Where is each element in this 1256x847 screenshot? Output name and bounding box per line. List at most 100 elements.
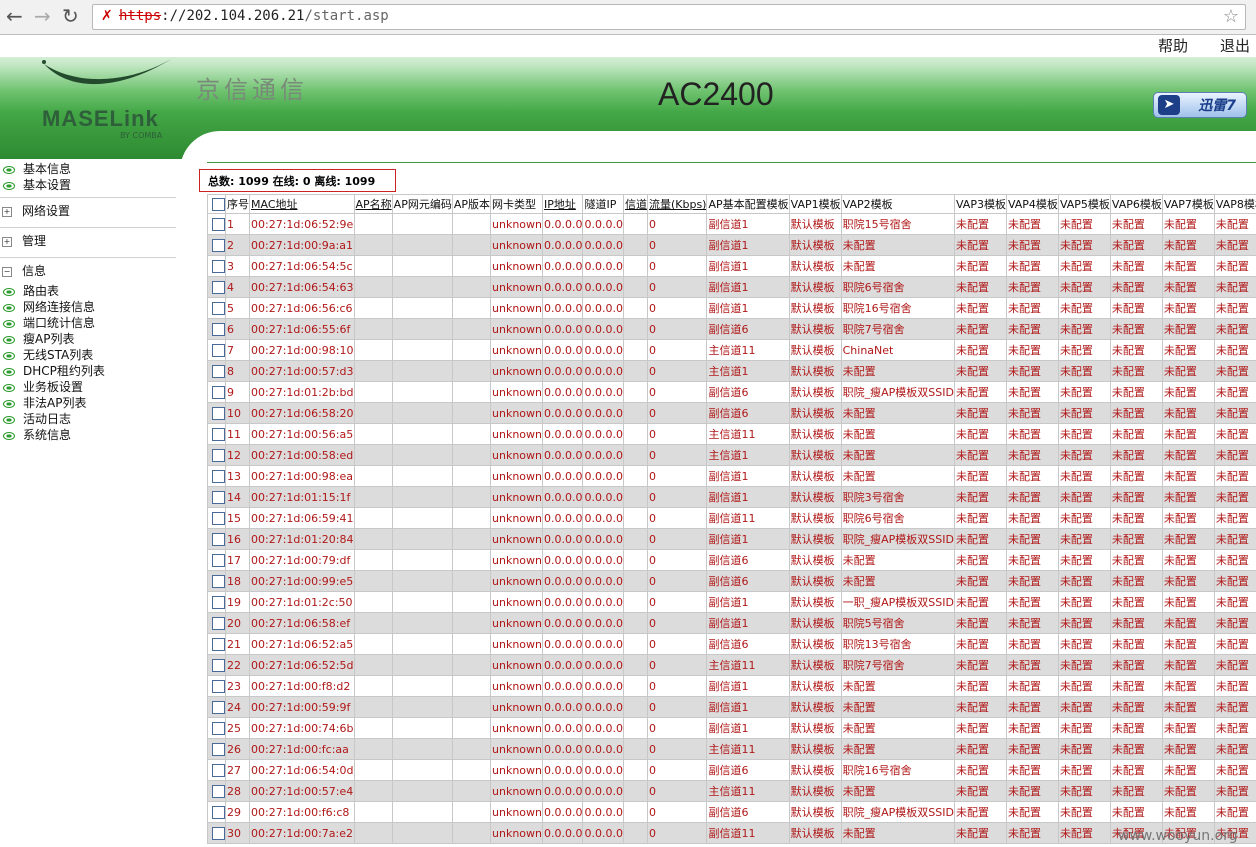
sidebar-item-7[interactable]: 端口统计信息 xyxy=(0,314,95,331)
table-row[interactable]: 28 00:27:1d:00:57:e4 unknown 0.0.0.0 0.0.0.0… xyxy=(207,780,1256,802)
table-row[interactable]: 12 00:27:1d:00:58:ed unknown 0.0.0.0 0.0.0.0… xyxy=(207,444,1256,466)
row-checkbox[interactable] xyxy=(212,280,225,294)
column-header[interactable]: 信道 xyxy=(622,194,648,214)
eye-bullet-icon[interactable] xyxy=(3,431,15,440)
table-row[interactable]: 5 00:27:1d:06:56:c6 unknown 0.0.0.0 0.0.0.0 0… xyxy=(207,297,1256,319)
table-row[interactable]: 2 00:27:1d:00:9a:a1 unknown 0.0.0.0 0.0.0.0 0… xyxy=(207,234,1256,256)
eye-bullet-icon[interactable] xyxy=(3,335,15,344)
row-checkbox[interactable] xyxy=(212,511,225,525)
eye-bullet-icon[interactable] xyxy=(3,383,15,392)
row-checkbox[interactable] xyxy=(212,574,225,588)
eye-bullet-icon[interactable] xyxy=(3,165,15,174)
row-checkbox[interactable] xyxy=(212,805,225,819)
table-row[interactable]: 14 00:27:1d:01:15:1f unknown 0.0.0.0 0.0.0.0… xyxy=(207,486,1256,508)
row-checkbox[interactable] xyxy=(212,238,225,252)
sidebar-item-10[interactable]: DHCP租约列表 xyxy=(0,362,105,379)
eye-bullet-icon[interactable] xyxy=(3,351,15,360)
sidebar-item-11[interactable]: 业务板设置 xyxy=(0,378,83,395)
row-checkbox[interactable] xyxy=(212,721,225,735)
table-row[interactable]: 6 00:27:1d:06:55:6f unknown 0.0.0.0 0.0.0.0 0… xyxy=(207,318,1256,340)
row-checkbox[interactable] xyxy=(212,217,225,231)
table-row[interactable]: 8 00:27:1d:00:57:d3 unknown 0.0.0.0 0.0.0.0 0… xyxy=(207,360,1256,382)
table-row[interactable]: 16 00:27:1d:01:20:84 unknown 0.0.0.0 0.0.0.0… xyxy=(207,528,1256,550)
column-header[interactable]: IP地址 xyxy=(541,194,584,214)
table-row[interactable]: 29 00:27:1d:00:f6:c8 unknown 0.0.0.0 0.0.0.0… xyxy=(207,801,1256,823)
insecure-lock-icon[interactable]: ✗ xyxy=(101,9,115,24)
table-row[interactable]: 11 00:27:1d:00:56:a5 unknown 0.0.0.0 0.0.0.0… xyxy=(207,423,1256,445)
expand-icon[interactable]: + xyxy=(2,206,12,217)
bookmark-star-icon[interactable]: ☆ xyxy=(1223,6,1239,27)
help-link[interactable]: 帮助 xyxy=(1158,35,1188,56)
row-checkbox[interactable] xyxy=(212,427,225,441)
sidebar-item-2[interactable]: + 网络设置 xyxy=(0,202,70,219)
eye-bullet-icon[interactable] xyxy=(3,287,15,296)
row-checkbox[interactable] xyxy=(212,469,225,483)
table-row[interactable]: 19 00:27:1d:01:2c:50 unknown 0.0.0.0 0.0.0.0… xyxy=(207,591,1256,613)
sidebar-item-0[interactable]: 基本信息 xyxy=(0,160,71,177)
row-checkbox[interactable] xyxy=(212,364,225,378)
select-all-checkbox[interactable] xyxy=(212,197,225,211)
table-row[interactable]: 17 00:27:1d:00:79:df unknown 0.0.0.0 0.0.0.0… xyxy=(207,549,1256,571)
expand-icon[interactable]: + xyxy=(2,236,12,247)
row-checkbox[interactable] xyxy=(212,826,225,840)
sidebar-item-12[interactable]: 非法AP列表 xyxy=(0,394,86,411)
collapse-icon[interactable]: − xyxy=(2,266,12,277)
column-header[interactable]: MAC地址 xyxy=(249,194,355,214)
row-checkbox[interactable] xyxy=(212,343,225,357)
row-checkbox[interactable] xyxy=(212,406,225,420)
row-checkbox[interactable] xyxy=(212,490,225,504)
table-row[interactable]: 24 00:27:1d:00:59:9f unknown 0.0.0.0 0.0.0.0… xyxy=(207,696,1256,718)
table-row[interactable]: 3 00:27:1d:06:54:5c unknown 0.0.0.0 0.0.0.0 0… xyxy=(207,255,1256,277)
row-checkbox[interactable] xyxy=(212,259,225,273)
table-row[interactable]: 18 00:27:1d:00:99:e5 unknown 0.0.0.0 0.0.0.0… xyxy=(207,570,1256,592)
row-checkbox[interactable] xyxy=(212,595,225,609)
forward-icon[interactable]: → xyxy=(34,6,51,26)
reload-icon[interactable]: ↻ xyxy=(62,6,79,26)
row-checkbox[interactable] xyxy=(212,679,225,693)
back-icon[interactable]: ← xyxy=(6,6,23,26)
row-checkbox[interactable] xyxy=(212,763,225,777)
table-row[interactable]: 9 00:27:1d:01:2b:bd unknown 0.0.0.0 0.0.0.0 0… xyxy=(207,381,1256,403)
sidebar-item-14[interactable]: 系统信息 xyxy=(0,426,71,443)
table-row[interactable]: 20 00:27:1d:06:58:ef unknown 0.0.0.0 0.0.0.0… xyxy=(207,612,1256,634)
table-row[interactable]: 22 00:27:1d:06:52:5d unknown 0.0.0.0 0.0.0.0… xyxy=(207,654,1256,676)
sidebar-item-4[interactable]: − 信息 xyxy=(0,262,46,279)
row-checkbox[interactable] xyxy=(212,301,225,315)
row-checkbox[interactable] xyxy=(212,784,225,798)
table-row[interactable]: 15 00:27:1d:06:59:41 unknown 0.0.0.0 0.0.0.0… xyxy=(207,507,1256,529)
table-row[interactable]: 30 00:27:1d:00:7a:e2 unknown 0.0.0.0 0.0.0.0… xyxy=(207,822,1256,844)
row-checkbox[interactable] xyxy=(212,700,225,714)
row-checkbox[interactable] xyxy=(212,553,225,567)
sidebar-item-3[interactable]: + 管理 xyxy=(0,232,46,249)
url-text[interactable]: https://202.104.206.21/start.asp xyxy=(119,8,389,24)
row-checkbox[interactable] xyxy=(212,532,225,546)
table-row[interactable]: 7 00:27:1d:00:98:10 unknown 0.0.0.0 0.0.0.0 0… xyxy=(207,339,1256,361)
logout-link[interactable]: 退出 xyxy=(1220,35,1250,56)
table-row[interactable]: 25 00:27:1d:00:74:6b unknown 0.0.0.0 0.0.0.0… xyxy=(207,717,1256,739)
row-checkbox[interactable] xyxy=(212,742,225,756)
sidebar-item-1[interactable]: 基本设置 xyxy=(0,176,71,193)
sidebar-item-9[interactable]: 无线STA列表 xyxy=(0,346,93,363)
table-row[interactable]: 27 00:27:1d:06:54:0d unknown 0.0.0.0 0.0.0.0… xyxy=(207,759,1256,781)
table-row[interactable]: 21 00:27:1d:06:52:a5 unknown 0.0.0.0 0.0.0.0… xyxy=(207,633,1256,655)
sidebar-item-13[interactable]: 活动日志 xyxy=(0,410,71,427)
table-row[interactable]: 26 00:27:1d:00:fc:aa unknown 0.0.0.0 0.0.0.0… xyxy=(207,738,1256,760)
row-checkbox[interactable] xyxy=(212,637,225,651)
xunlei-button[interactable]: ➤ 迅雷7 xyxy=(1153,92,1247,118)
table-row[interactable]: 1 00:27:1d:06:52:9e unknown 0.0.0.0 0.0.0.0 0… xyxy=(207,213,1256,235)
eye-bullet-icon[interactable] xyxy=(3,399,15,408)
table-row[interactable]: 10 00:27:1d:06:58:20 unknown 0.0.0.0 0.0.0.0… xyxy=(207,402,1256,424)
row-checkbox[interactable] xyxy=(212,322,225,336)
row-checkbox[interactable] xyxy=(212,658,225,672)
eye-bullet-icon[interactable] xyxy=(3,415,15,424)
table-row[interactable]: 13 00:27:1d:00:98:ea unknown 0.0.0.0 0.0.0.0… xyxy=(207,465,1256,487)
column-header[interactable]: AP名称 xyxy=(353,194,393,214)
table-row[interactable]: 23 00:27:1d:00:f8:d2 unknown 0.0.0.0 0.0.0.0… xyxy=(207,675,1256,697)
sidebar-item-5[interactable]: 路由表 xyxy=(0,282,59,299)
row-checkbox[interactable] xyxy=(212,385,225,399)
address-bar[interactable]: ✗ https://202.104.206.21/start.asp ☆ xyxy=(92,4,1246,30)
table-row[interactable]: 4 00:27:1d:06:54:63 unknown 0.0.0.0 0.0.0.0 0… xyxy=(207,276,1256,298)
eye-bullet-icon[interactable] xyxy=(3,303,15,312)
column-header[interactable]: 流量(Kbps) xyxy=(646,194,708,214)
sidebar-item-8[interactable]: 瘦AP列表 xyxy=(0,330,74,347)
